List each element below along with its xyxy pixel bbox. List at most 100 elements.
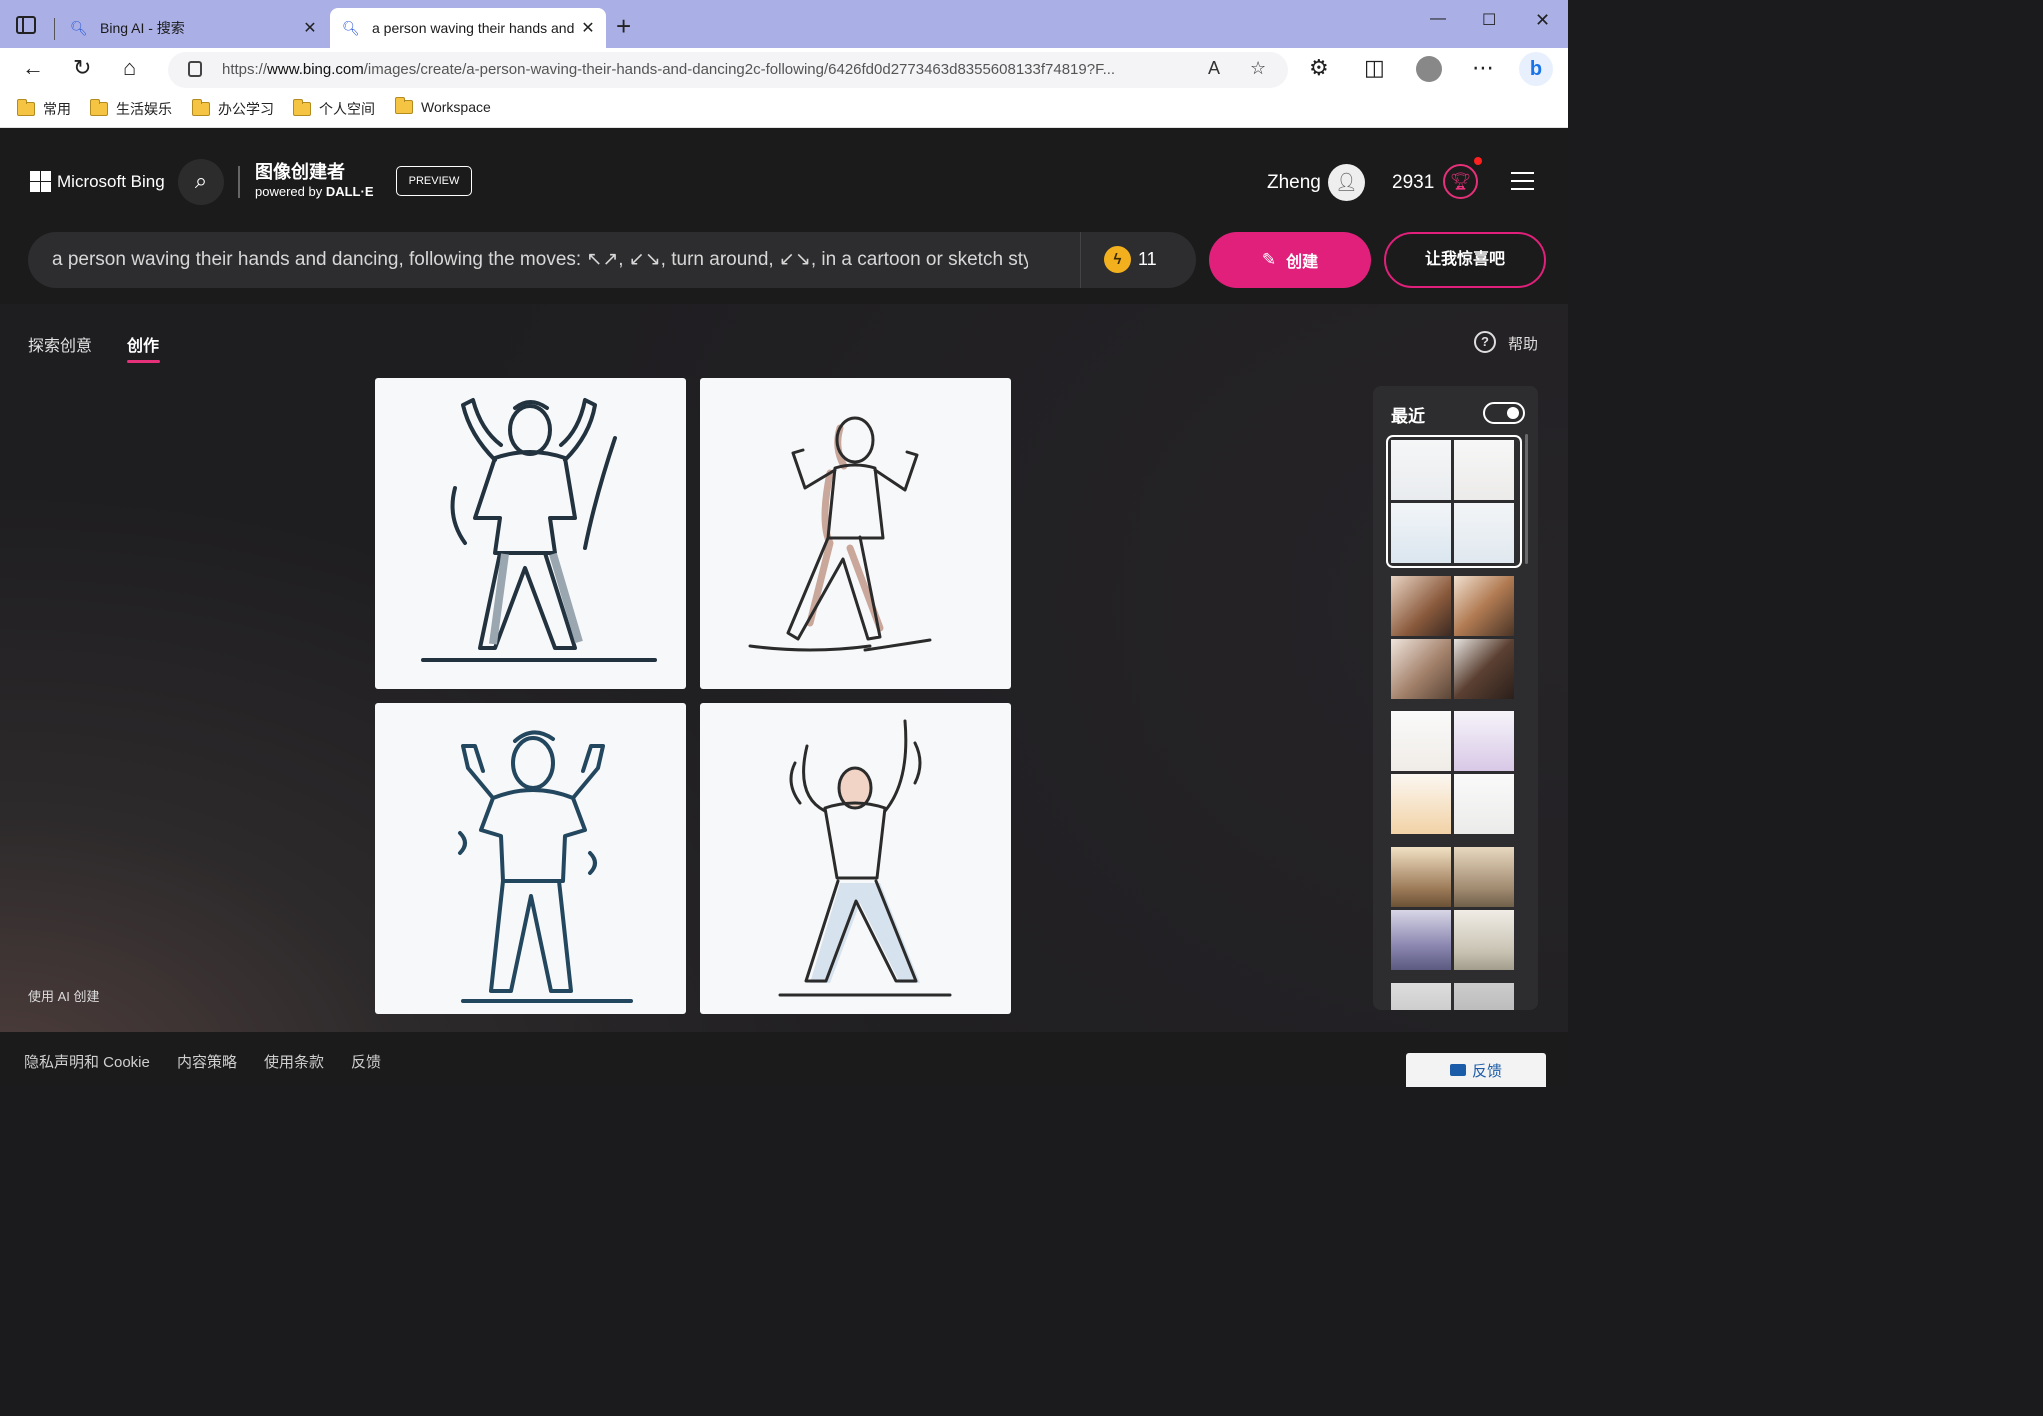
close-icon[interactable]: ✕	[298, 18, 322, 38]
rewards-trophy-icon[interactable]: 🏆︎	[1443, 164, 1478, 199]
folder-icon	[395, 97, 413, 114]
refresh-icon[interactable]: ↻	[73, 57, 91, 79]
recent-thumbnail	[1391, 639, 1451, 699]
home-icon[interactable]: ⌂	[123, 57, 136, 79]
minimize-button[interactable]: —	[1430, 10, 1446, 28]
recent-thumbnail	[1454, 503, 1514, 563]
arms-up-figure-illustration	[778, 719, 952, 997]
extensions-icon[interactable]: ⚙	[1309, 57, 1329, 79]
browser-toolbar: ← ↻ ⌂ https://www.bing.com/images/create…	[0, 48, 1568, 91]
split-screen-icon[interactable]: ◫	[1364, 57, 1385, 79]
read-aloud-icon[interactable]: A	[1208, 58, 1220, 79]
recent-thumbnail	[1391, 711, 1451, 771]
window-close-button[interactable]: ✕	[1535, 10, 1550, 31]
tab-title: Bing AI - 搜索	[100, 20, 185, 36]
generated-image-4[interactable]	[700, 703, 1011, 1014]
page-header: Microsoft Bing ⌕ 图像创建者 powered by DALL·E…	[0, 128, 1568, 304]
generated-image-1[interactable]	[375, 378, 686, 689]
powered-by: powered by DALL·E	[255, 184, 374, 199]
profile-avatar-icon[interactable]	[1416, 56, 1442, 82]
walking-figure-illustration	[748, 416, 932, 652]
help-icon[interactable]: ?	[1474, 331, 1496, 353]
privacy-link[interactable]: 隐私声明和 Cookie	[24, 1051, 150, 1072]
product-title[interactable]: 图像创建者	[255, 158, 345, 184]
bing-copilot-icon[interactable]: b	[1519, 52, 1553, 86]
favorite-folder[interactable]: 办公学习	[192, 99, 274, 119]
recent-thumbnail	[1391, 910, 1451, 970]
user-avatar-icon[interactable]: 👤︎	[1328, 164, 1365, 201]
recent-thumbnail	[1454, 711, 1514, 771]
boost-count: 11	[1138, 249, 1157, 269]
search-icon[interactable]: ⌕	[178, 159, 224, 205]
header-divider	[238, 166, 240, 198]
address-bar[interactable]: https://www.bing.com/images/create/a-per…	[168, 52, 1288, 88]
help-link[interactable]: 帮助	[1508, 333, 1538, 354]
terms-link[interactable]: 使用条款	[264, 1051, 324, 1072]
recent-thumbnail	[1454, 440, 1514, 500]
preview-badge: PREVIEW	[396, 166, 472, 196]
recent-thumbnail	[1454, 910, 1514, 970]
favorites-bar: 常用 生活娱乐 办公学习 个人空间 Workspace	[0, 91, 1568, 128]
recent-group-partial[interactable]	[1391, 983, 1517, 1010]
boost-lightning-icon: ϟ	[1104, 246, 1131, 273]
recent-group-colored-dancing-sketches[interactable]	[1391, 711, 1517, 834]
close-icon[interactable]: ✕	[576, 18, 600, 38]
page-footer: 隐私声明和 Cookie 内容策略 使用条款 反馈 反馈	[0, 1032, 1568, 1087]
content-policy-link[interactable]: 内容策略	[177, 1051, 237, 1072]
back-icon[interactable]: ←	[22, 57, 44, 79]
tab-create[interactable]: 创作	[127, 332, 159, 356]
recent-thumbnail	[1391, 847, 1451, 907]
dancing-figure-illustration	[421, 398, 657, 662]
add-favorite-icon[interactable]: ☆	[1250, 58, 1266, 79]
active-tab-indicator	[127, 360, 160, 363]
hamburger-menu-icon[interactable]	[1511, 172, 1534, 190]
favorite-folder[interactable]: 常用	[17, 99, 71, 119]
folder-icon	[90, 99, 108, 116]
scrollbar[interactable]	[1525, 434, 1528, 564]
user-name[interactable]: Zheng	[1267, 172, 1321, 194]
recent-thumbnail	[1391, 503, 1451, 563]
tab-explore[interactable]: 探索创意	[28, 332, 92, 356]
notification-dot	[1474, 157, 1482, 165]
prompt-divider	[1080, 232, 1081, 288]
folder-icon	[192, 99, 210, 116]
recent-thumbnail	[1454, 983, 1514, 1010]
recent-thumbnail	[1454, 774, 1514, 834]
favorite-folder[interactable]: 个人空间	[293, 99, 375, 119]
recent-title: 最近	[1391, 407, 1425, 426]
tab-title: a person waving their hands and d	[372, 20, 576, 36]
feedback-link[interactable]: 反馈	[351, 1051, 381, 1072]
recent-toggle[interactable]	[1483, 402, 1525, 424]
prompt-box: a person waving their hands and dancing,…	[28, 232, 1196, 288]
feedback-button[interactable]: 反馈	[1406, 1053, 1546, 1087]
recent-thumbnail	[1391, 983, 1451, 1010]
more-options-icon[interactable]: ⋯	[1472, 57, 1494, 79]
tab-image-creator[interactable]: 🔍︎ a person waving their hands and d ✕	[330, 8, 606, 48]
tab-bing-ai[interactable]: 🔍︎ Bing AI - 搜索 ✕	[58, 8, 328, 48]
folder-icon	[293, 99, 311, 116]
generated-image-3[interactable]	[375, 703, 686, 1014]
new-tab-button[interactable]: +	[616, 13, 631, 39]
surprise-me-button[interactable]: 让我惊喜吧	[1384, 232, 1546, 288]
recent-group-singing-portraits[interactable]	[1391, 576, 1517, 699]
prompt-input[interactable]: a person waving their hands and dancing,…	[52, 248, 1028, 271]
url-text[interactable]: https://www.bing.com/images/create/a-per…	[222, 61, 1202, 78]
favorite-folder[interactable]: 生活娱乐	[90, 99, 172, 119]
favorite-folder[interactable]: Workspace	[395, 97, 491, 115]
recent-group-dancing-sketches[interactable]	[1386, 435, 1522, 568]
recent-thumbnail	[1454, 639, 1514, 699]
create-button[interactable]: ✎ 创建	[1209, 232, 1371, 288]
recent-panel: 最近	[1373, 386, 1538, 1010]
lock-icon[interactable]	[188, 61, 202, 77]
rewards-points[interactable]: 2931	[1392, 172, 1434, 194]
recent-thumbnail	[1391, 440, 1451, 500]
recent-thumbnail	[1454, 576, 1514, 636]
ai-created-note: 使用 AI 创建	[28, 989, 100, 1004]
recent-group-dance-hall-crowd[interactable]	[1391, 847, 1517, 970]
standing-figure-illustration	[458, 730, 633, 1003]
recent-thumbnail	[1454, 847, 1514, 907]
maximize-button[interactable]: ☐	[1482, 10, 1496, 30]
tab-actions-icon[interactable]	[16, 16, 36, 34]
generated-image-2[interactable]	[700, 378, 1011, 689]
bing-logo[interactable]: Microsoft Bing	[30, 171, 165, 192]
